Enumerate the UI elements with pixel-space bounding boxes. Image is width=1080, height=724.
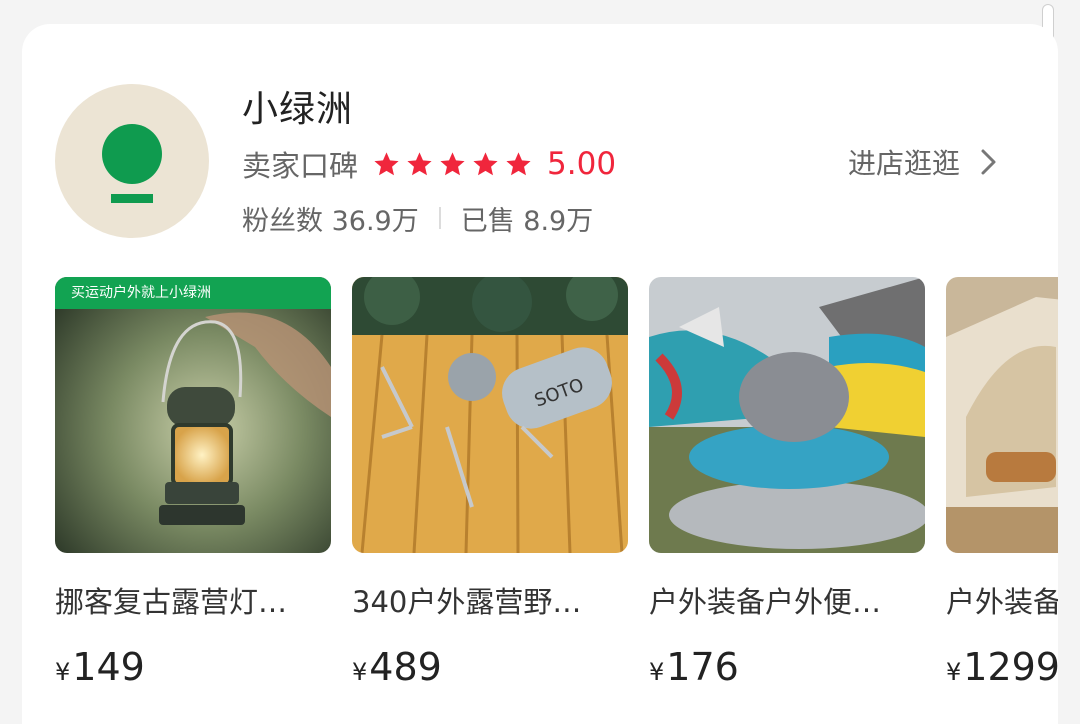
product-card[interactable]: 户外装备 ¥1299 [946, 277, 1058, 689]
star-icon [473, 151, 498, 175]
product-title[interactable]: 挪客复古露营灯… [55, 579, 331, 621]
rating-label: 卖家口碑 [242, 149, 359, 183]
product-image[interactable]: SOTO [352, 277, 628, 553]
rating-row: 卖家口碑 5.00 [242, 142, 616, 186]
rating-value: 5.00 [547, 146, 617, 182]
product-price: ¥176 [649, 645, 925, 689]
star-icon [407, 151, 432, 175]
product-card[interactable]: 户外装备户外便… ¥176 [649, 277, 925, 689]
visit-shop-button[interactable]: 进店逛逛 [848, 140, 1000, 184]
rating-stars [372, 150, 533, 179]
star-icon [374, 151, 399, 175]
product-image[interactable] [649, 277, 925, 553]
shop-avatar[interactable] [55, 84, 209, 238]
price-value: 1299 [963, 645, 1058, 689]
product-title[interactable]: 户外装备户外便… [649, 579, 925, 621]
currency-symbol: ¥ [649, 658, 665, 686]
product-price: ¥489 [352, 645, 628, 689]
product-title[interactable]: 340户外露营野… [352, 579, 628, 621]
product-card[interactable]: SOTO 340户外露营野… ¥489 [352, 277, 628, 689]
chevron-right-icon [981, 149, 996, 175]
currency-symbol: ¥ [946, 658, 962, 686]
shop-card[interactable]: 小绿洲 卖家口碑 5.00 粉丝数 36.9万 已售 8.9万 进店逛逛 买运动… [22, 24, 1058, 724]
stats-row: 粉丝数 36.9万 已售 8.9万 [242, 196, 593, 240]
product-card[interactable]: 买运动户外就上小绿洲 挪客复古露营灯… ¥149 [55, 277, 331, 689]
visit-shop-label: 进店逛逛 [848, 147, 961, 180]
product-title[interactable]: 户外装备 [946, 579, 1058, 621]
promo-banner: 买运动户外就上小绿洲 [55, 277, 331, 309]
price-value: 489 [369, 645, 442, 689]
star-icon [440, 151, 465, 175]
price-value: 149 [72, 645, 145, 689]
product-image[interactable]: 买运动户外就上小绿洲 [55, 277, 331, 553]
shop-logo-icon [102, 124, 162, 184]
followers-count: 粉丝数 36.9万 [242, 205, 419, 237]
product-price: ¥1299 [946, 645, 1058, 689]
stats-divider [438, 207, 441, 229]
currency-symbol: ¥ [55, 658, 71, 686]
price-value: 176 [666, 645, 739, 689]
sold-count: 已售 8.9万 [460, 205, 594, 237]
product-price: ¥149 [55, 645, 331, 689]
product-image[interactable] [946, 277, 1058, 553]
shop-logo-bar [111, 194, 153, 203]
shop-name[interactable]: 小绿洲 [242, 80, 353, 132]
currency-symbol: ¥ [352, 658, 368, 686]
star-icon [506, 151, 531, 175]
